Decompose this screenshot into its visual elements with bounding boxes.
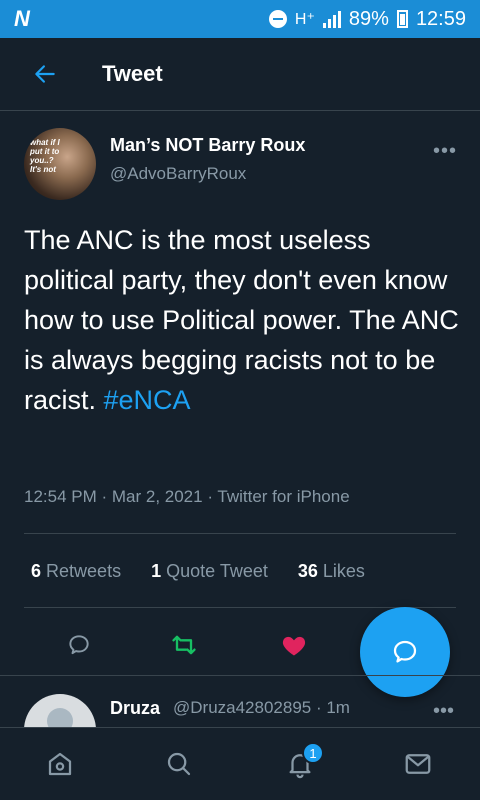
top-app-bar: Tweet [0, 38, 480, 111]
page-title: Tweet [102, 61, 163, 86]
like-button[interactable] [274, 625, 314, 665]
retweets-count: 6 [31, 561, 42, 581]
status-bar: N H⁺ 89% 12:59 [0, 0, 480, 38]
divider [0, 675, 480, 676]
nav-messages[interactable] [398, 742, 438, 786]
likes-count: 36 [297, 561, 318, 581]
compose-reply-button[interactable] [360, 607, 450, 697]
home-icon [48, 752, 72, 776]
reply-more-options-icon[interactable]: ••• [433, 700, 454, 723]
back-button[interactable] [0, 38, 90, 111]
quotes-count: 1 [151, 561, 162, 581]
likes-label: Likes [322, 561, 365, 581]
hashtag-link[interactable]: #eNCA [104, 385, 191, 415]
arrow-left-icon [35, 65, 55, 83]
retweets-label: Retweets [46, 561, 122, 581]
avatar-caption: what if I put it to you..? It's not [30, 138, 60, 174]
more-options-icon[interactable]: ••• [433, 140, 457, 163]
tweet-text: The ANC is the most useless political pa… [24, 220, 464, 420]
mail-icon [405, 754, 431, 774]
retweets-stat[interactable]: 6 Retweets [31, 561, 121, 582]
notification-badge: 1 [302, 742, 324, 764]
quotes-stat[interactable]: 1 Quote Tweet [151, 561, 268, 582]
author-handle[interactable]: @AdvoBarryRoux [110, 164, 246, 184]
reply-author-handle[interactable]: @Druza42802895 · 1m [173, 698, 350, 718]
divider [24, 533, 456, 534]
nav-home[interactable] [40, 742, 80, 786]
heart-icon [282, 636, 306, 656]
nav-search[interactable] [159, 742, 199, 786]
author-avatar[interactable]: what if I put it to you..? It's not [24, 128, 96, 200]
battery-percent: 89% [348, 7, 389, 30]
battery-icon [396, 10, 408, 28]
tweet-body: The ANC is the most useless political pa… [24, 225, 459, 415]
quotes-label: Quote Tweet [166, 561, 268, 581]
author-name[interactable]: Man’s NOT Barry Roux ⁠ [110, 135, 310, 156]
reply-icon [69, 635, 89, 655]
nav-notifications[interactable]: 1 [280, 742, 324, 786]
tweet-meta: 12:54 PM · Mar 2, 2021 · Twitter for iPh… [24, 487, 350, 506]
network-type: H⁺ [294, 11, 315, 28]
chat-bubble-icon [393, 640, 417, 663]
retweet-icon [172, 635, 196, 655]
carrier-logo: N [14, 6, 30, 31]
clock: 12:59 [415, 7, 466, 30]
divider [24, 607, 456, 608]
search-icon [167, 752, 191, 776]
bottom-navigation: 1 [0, 727, 480, 800]
retweet-button[interactable] [164, 625, 204, 665]
do-not-disturb-icon [268, 10, 287, 28]
tweet-stats: 6 Retweets 1 Quote Tweet 36 Likes [31, 561, 365, 582]
reply-author-name[interactable]: Druza [110, 698, 160, 719]
likes-stat[interactable]: 36 Likes [298, 561, 365, 582]
reply-button[interactable] [59, 625, 99, 665]
signal-icon [322, 10, 341, 28]
